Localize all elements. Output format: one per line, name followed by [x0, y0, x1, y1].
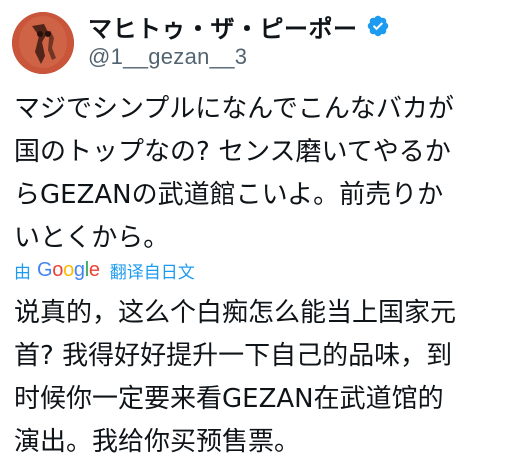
name-row: マヒトゥ・ザ・ピーポー — [88, 9, 512, 44]
translated-text-line: 首? 我得好好提升一下自己的品味，到 — [14, 341, 453, 371]
tweet-text-line: マジでシンプルになんでこんなバカが — [14, 94, 454, 124]
tweet-text: マジでシンプルになんでこんなバカが 国のトップなの? センス磨いてやるか らGE… — [14, 88, 514, 260]
author-display-name[interactable]: マヒトゥ・ザ・ピーポー — [88, 9, 358, 44]
author-handle[interactable]: @1__gezan__3 — [88, 44, 512, 70]
translated-from-link[interactable]: 翻译自日文 — [110, 258, 195, 283]
tweet-text-line: らGEZANの武道館こいよ。前売りか — [14, 180, 444, 210]
tweet-text-line: 国のトップなの? センス磨いてやるか — [14, 137, 451, 167]
translated-text: 说真的，这么个白痴怎么能当上国家元 首? 我得好好提升一下自己的品味，到 时候你… — [14, 292, 514, 464]
avatar[interactable] — [12, 12, 74, 74]
verified-badge-icon — [367, 15, 388, 37]
translation-attribution[interactable]: 由 Google 翻译自日文 — [14, 256, 195, 284]
tweet-text-line: いとくから。 — [14, 223, 170, 253]
translated-text-line: 时候你一定要来看GEZAN在武道馆的 — [14, 384, 444, 414]
tweet-card: マヒトゥ・ザ・ピーポー @1__gezan__3 マジでシンプルになんでこんなバ… — [0, 0, 524, 465]
translated-text-line: 说真的，这么个白痴怎么能当上国家元 — [14, 298, 457, 328]
translated-text-line: 演出。我给你买预售票。 — [14, 427, 301, 457]
tweet-header: マヒトゥ・ザ・ピーポー @1__gezan__3 — [88, 10, 512, 70]
google-logo: Google — [37, 258, 100, 281]
avatar-image — [12, 12, 74, 74]
translation-by-label: 由 — [14, 262, 31, 283]
